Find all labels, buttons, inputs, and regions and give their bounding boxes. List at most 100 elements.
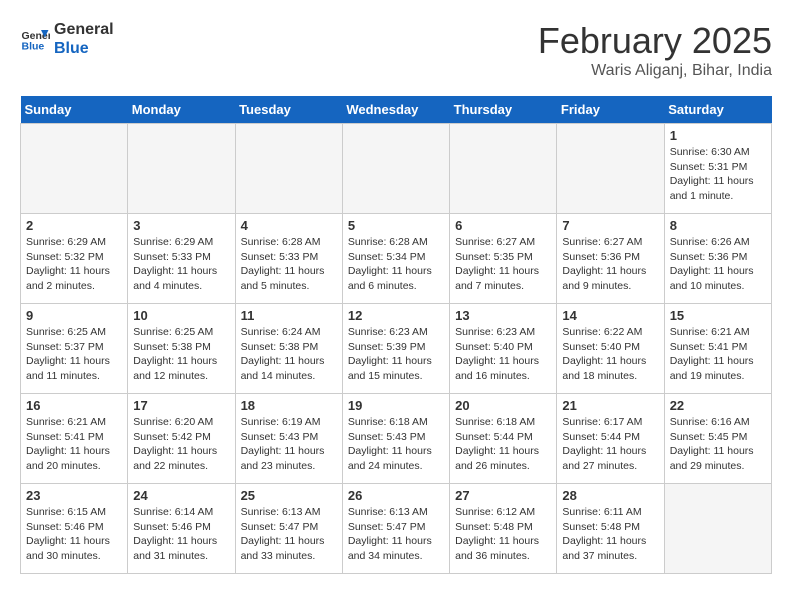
day-cell: 4 Sunrise: 6:28 AM Sunset: 5:33 PM Daylig… [235, 214, 342, 304]
logo-general: General [54, 20, 114, 39]
day-number: 20 [455, 398, 551, 413]
day-number: 8 [670, 218, 766, 233]
day-cell: 28 Sunrise: 6:11 AM Sunset: 5:48 PM Dayli… [557, 484, 664, 574]
day-info: Sunrise: 6:20 AM Sunset: 5:42 PM Dayligh… [133, 415, 229, 474]
day-info: Sunrise: 6:19 AM Sunset: 5:43 PM Dayligh… [241, 415, 337, 474]
day-info: Sunrise: 6:11 AM Sunset: 5:48 PM Dayligh… [562, 505, 658, 564]
header-thursday: Thursday [450, 96, 557, 124]
day-cell: 7Sunrise: 6:27 AM Sunset: 5:36 PM Daylig… [557, 214, 664, 304]
svg-text:Blue: Blue [22, 41, 45, 53]
day-cell: 17 Sunrise: 6:20 AM Sunset: 5:42 PM Dayli… [128, 394, 235, 484]
day-number: 11 [241, 308, 337, 323]
day-cell: 14 Sunrise: 6:22 AM Sunset: 5:40 PM Dayli… [557, 304, 664, 394]
day-cell: 24 Sunrise: 6:14 AM Sunset: 5:46 PM Dayli… [128, 484, 235, 574]
day-info: Sunrise: 6:26 AM Sunset: 5:36 PM Dayligh… [670, 235, 766, 294]
day-number: 24 [133, 488, 229, 503]
calendar-table: SundayMondayTuesdayWednesdayThursdayFrid… [20, 96, 772, 574]
day-info: Sunrise: 6:22 AM Sunset: 5:40 PM Dayligh… [562, 325, 658, 384]
day-cell: 11 Sunrise: 6:24 AM Sunset: 5:38 PM Dayli… [235, 304, 342, 394]
day-number: 17 [133, 398, 229, 413]
day-cell: 22 Sunrise: 6:16 AM Sunset: 5:45 PM Dayli… [664, 394, 771, 484]
day-cell: 12 Sunrise: 6:23 AM Sunset: 5:39 PM Dayli… [342, 304, 449, 394]
logo-icon: General Blue [20, 24, 50, 54]
day-cell [664, 484, 771, 574]
day-info: Sunrise: 6:25 AM Sunset: 5:38 PM Dayligh… [133, 325, 229, 384]
day-cell [557, 124, 664, 214]
day-cell: 15 Sunrise: 6:21 AM Sunset: 5:41 PM Dayli… [664, 304, 771, 394]
day-number: 1 [670, 128, 766, 143]
day-info: Sunrise: 6:21 AM Sunset: 5:41 PM Dayligh… [670, 325, 766, 384]
header-sunday: Sunday [21, 96, 128, 124]
day-cell [342, 124, 449, 214]
header-friday: Friday [557, 96, 664, 124]
day-number: 6 [455, 218, 551, 233]
day-number: 28 [562, 488, 658, 503]
day-info: Sunrise: 6:16 AM Sunset: 5:45 PM Dayligh… [670, 415, 766, 474]
day-cell: 3 Sunrise: 6:29 AM Sunset: 5:33 PM Daylig… [128, 214, 235, 304]
day-cell: 21Sunrise: 6:17 AM Sunset: 5:44 PM Dayli… [557, 394, 664, 484]
day-number: 12 [348, 308, 444, 323]
day-number: 13 [455, 308, 551, 323]
week-row-2: 2Sunrise: 6:29 AM Sunset: 5:32 PM Daylig… [21, 214, 772, 304]
day-number: 22 [670, 398, 766, 413]
day-cell: 18 Sunrise: 6:19 AM Sunset: 5:43 PM Dayli… [235, 394, 342, 484]
page-header: General Blue General Blue February 2025 … [20, 20, 772, 80]
day-info: Sunrise: 6:30 AM Sunset: 5:31 PM Dayligh… [670, 145, 766, 204]
day-info: Sunrise: 6:25 AM Sunset: 5:37 PM Dayligh… [26, 325, 122, 384]
day-number: 9 [26, 308, 122, 323]
day-number: 7 [562, 218, 658, 233]
day-cell: 10Sunrise: 6:25 AM Sunset: 5:38 PM Dayli… [128, 304, 235, 394]
day-info: Sunrise: 6:18 AM Sunset: 5:43 PM Dayligh… [348, 415, 444, 474]
day-number: 18 [241, 398, 337, 413]
month-title: February 2025 [538, 20, 772, 62]
day-cell: 8 Sunrise: 6:26 AM Sunset: 5:36 PM Daylig… [664, 214, 771, 304]
day-number: 5 [348, 218, 444, 233]
day-cell: 23 Sunrise: 6:15 AM Sunset: 5:46 PM Dayli… [21, 484, 128, 574]
week-row-3: 9 Sunrise: 6:25 AM Sunset: 5:37 PM Daylig… [21, 304, 772, 394]
day-info: Sunrise: 6:24 AM Sunset: 5:38 PM Dayligh… [241, 325, 337, 384]
week-row-5: 23 Sunrise: 6:15 AM Sunset: 5:46 PM Dayli… [21, 484, 772, 574]
day-number: 14 [562, 308, 658, 323]
week-row-1: 1 Sunrise: 6:30 AM Sunset: 5:31 PM Daylig… [21, 124, 772, 214]
day-number: 4 [241, 218, 337, 233]
day-number: 21 [562, 398, 658, 413]
day-info: Sunrise: 6:29 AM Sunset: 5:33 PM Dayligh… [133, 235, 229, 294]
day-cell: 2Sunrise: 6:29 AM Sunset: 5:32 PM Daylig… [21, 214, 128, 304]
day-cell: 5 Sunrise: 6:28 AM Sunset: 5:34 PM Daylig… [342, 214, 449, 304]
day-cell: 1 Sunrise: 6:30 AM Sunset: 5:31 PM Daylig… [664, 124, 771, 214]
logo-blue: Blue [54, 39, 114, 58]
day-cell: 6 Sunrise: 6:27 AM Sunset: 5:35 PM Daylig… [450, 214, 557, 304]
header-saturday: Saturday [664, 96, 771, 124]
day-cell [21, 124, 128, 214]
title-area: February 2025 Waris Aliganj, Bihar, Indi… [538, 20, 772, 80]
calendar-header-row: SundayMondayTuesdayWednesdayThursdayFrid… [21, 96, 772, 124]
day-info: Sunrise: 6:13 AM Sunset: 5:47 PM Dayligh… [241, 505, 337, 564]
day-info: Sunrise: 6:18 AM Sunset: 5:44 PM Dayligh… [455, 415, 551, 474]
header-wednesday: Wednesday [342, 96, 449, 124]
day-number: 3 [133, 218, 229, 233]
location-title: Waris Aliganj, Bihar, India [538, 62, 772, 80]
day-cell: 20 Sunrise: 6:18 AM Sunset: 5:44 PM Dayli… [450, 394, 557, 484]
header-tuesday: Tuesday [235, 96, 342, 124]
day-number: 19 [348, 398, 444, 413]
week-row-4: 16Sunrise: 6:21 AM Sunset: 5:41 PM Dayli… [21, 394, 772, 484]
day-cell: 26Sunrise: 6:13 AM Sunset: 5:47 PM Dayli… [342, 484, 449, 574]
day-cell: 25 Sunrise: 6:13 AM Sunset: 5:47 PM Dayli… [235, 484, 342, 574]
day-info: Sunrise: 6:28 AM Sunset: 5:33 PM Dayligh… [241, 235, 337, 294]
day-cell: 13 Sunrise: 6:23 AM Sunset: 5:40 PM Dayli… [450, 304, 557, 394]
day-number: 25 [241, 488, 337, 503]
day-number: 16 [26, 398, 122, 413]
day-info: Sunrise: 6:14 AM Sunset: 5:46 PM Dayligh… [133, 505, 229, 564]
day-info: Sunrise: 6:28 AM Sunset: 5:34 PM Dayligh… [348, 235, 444, 294]
day-info: Sunrise: 6:27 AM Sunset: 5:35 PM Dayligh… [455, 235, 551, 294]
day-number: 2 [26, 218, 122, 233]
day-number: 15 [670, 308, 766, 323]
day-number: 23 [26, 488, 122, 503]
day-info: Sunrise: 6:23 AM Sunset: 5:40 PM Dayligh… [455, 325, 551, 384]
day-cell: 27Sunrise: 6:12 AM Sunset: 5:48 PM Dayli… [450, 484, 557, 574]
day-info: Sunrise: 6:23 AM Sunset: 5:39 PM Dayligh… [348, 325, 444, 384]
day-cell: 19 Sunrise: 6:18 AM Sunset: 5:43 PM Dayli… [342, 394, 449, 484]
day-info: Sunrise: 6:12 AM Sunset: 5:48 PM Dayligh… [455, 505, 551, 564]
logo: General Blue General Blue [20, 20, 114, 58]
day-info: Sunrise: 6:15 AM Sunset: 5:46 PM Dayligh… [26, 505, 122, 564]
